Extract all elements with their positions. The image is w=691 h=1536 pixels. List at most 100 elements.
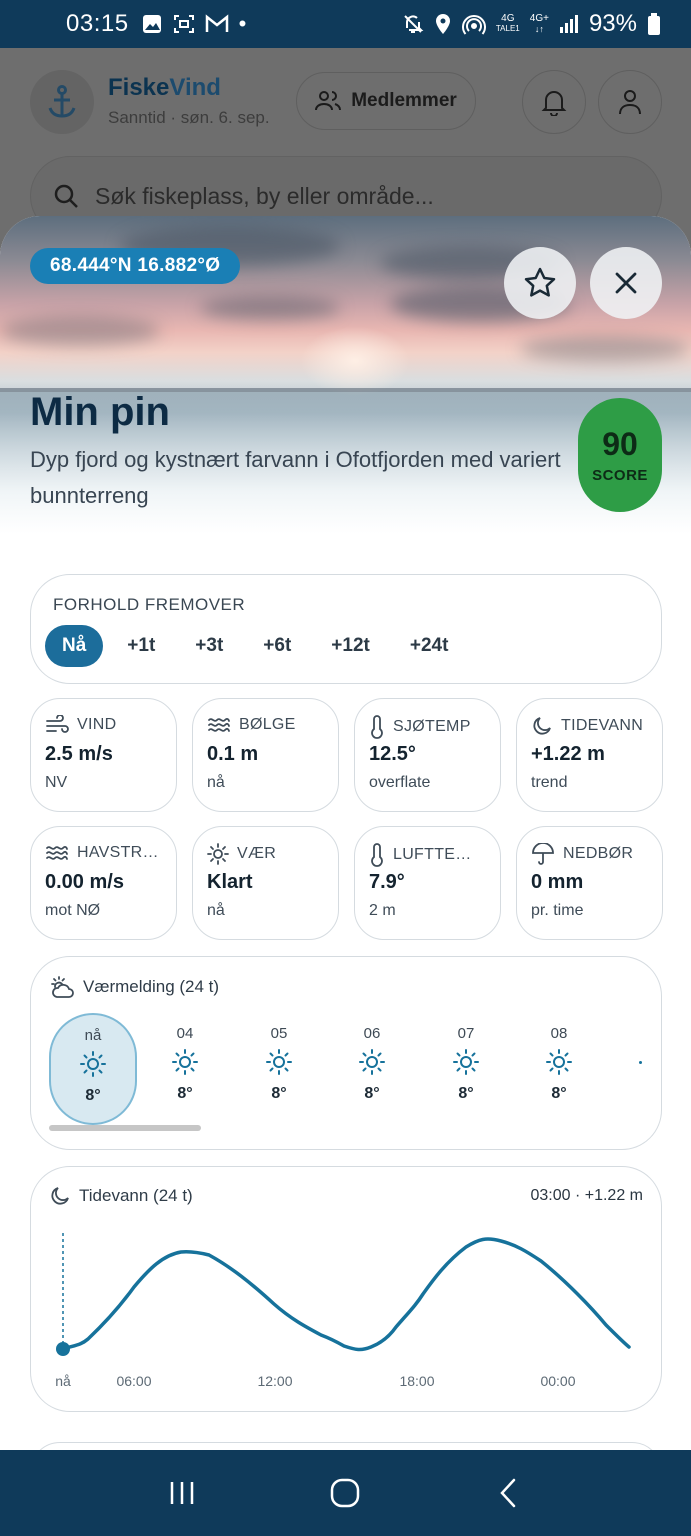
tide-curve [61,1237,631,1352]
close-icon [615,272,637,294]
metric-precipitation[interactable]: NEDBØR 0 mm pr. time [516,826,663,940]
back-icon[interactable] [494,1478,524,1508]
hero-image: 68.444°N 16.882°Ø Min pin Dyp fjord og k… [0,216,691,534]
sun-icon [80,1051,106,1077]
metric-sea-temp[interactable]: SJØTEMP 12.5° overflate [354,698,501,812]
x-label: 00:00 [540,1373,575,1389]
tab-plus-1h[interactable]: +1t [111,625,171,667]
profile-button[interactable] [598,70,662,134]
sun-icon [359,1049,385,1075]
forecast-title: Værmelding (24 t) [83,977,220,996]
thermometer-icon [371,715,383,739]
metric-value: Klart [207,871,253,893]
pin-title: Min pin [30,390,170,434]
forecast-hour[interactable]: 07 8° [422,1013,510,1125]
metric-sub: overflate [369,774,431,791]
conditions-card: FORHOLD FREMOVER Nå +1t +3t +6t +12t +24… [30,574,662,684]
status-time: 03:15 [66,10,129,37]
umbrella-icon [532,843,554,865]
forecast-hour[interactable]: 04 8° [141,1013,229,1125]
metric-value: +1.22 m [531,743,605,765]
sun-icon [546,1049,572,1075]
metric-value: 0 mm [531,871,584,893]
tab-plus-3h[interactable]: +3t [179,625,239,667]
location-icon [435,14,450,34]
bell-icon [541,91,567,116]
network-4g: 4G TALE1 [495,13,520,34]
system-nav-bar [0,1450,691,1536]
members-label: Medlemmer [351,90,457,111]
home-icon[interactable] [330,1478,360,1508]
sun-icon [266,1049,292,1075]
people-icon [315,91,342,111]
members-button[interactable]: Medlemmer [296,72,476,130]
x-label: 18:00 [399,1373,434,1389]
thermometer-icon [371,843,383,867]
notifications-button[interactable] [522,70,586,134]
metric-sub: pr. time [531,902,584,919]
overflow-dot [639,1061,642,1064]
search-placeholder: Søk fiskeplass, by eller område... [95,182,434,209]
tab-plus-6h[interactable]: +6t [247,625,307,667]
sun-icon [453,1049,479,1075]
metric-sub: mot NØ [45,902,101,919]
metric-air-temp[interactable]: LUFTTE… 7.9° 2 m [354,826,501,940]
metric-value: 12.5° [369,743,416,765]
tab-plus-12h[interactable]: +12t [315,625,386,667]
close-button[interactable] [590,247,662,319]
search-icon [54,184,78,208]
next-card-partial [30,1442,662,1450]
metric-current[interactable]: HAVSTR… 0.00 m/s mot NØ [30,826,177,940]
notification-icons: • [141,11,247,37]
recent-apps-icon[interactable] [167,1478,197,1508]
score-value: 90 [602,426,638,462]
screenshot-icon [173,15,194,33]
conditions-label: FORHOLD FREMOVER [53,595,246,614]
metric-value: 0.1 m [207,743,259,765]
metric-sub: 2 m [369,902,396,919]
anchor-icon [30,70,94,134]
forecast-hour[interactable]: 06 8° [328,1013,416,1125]
x-label: 12:00 [257,1373,292,1389]
mute-icon [404,15,424,33]
app-title: FiskeVind [108,74,221,101]
metric-wave[interactable]: BØLGE 0.1 m nå [192,698,339,812]
partly-cloudy-icon [51,976,74,998]
waves-icon [208,718,230,732]
metric-tide[interactable]: TIDEVANN +1.22 m trend [516,698,663,812]
metric-value: 0.00 m/s [45,871,124,893]
brand: FiskeVind Sanntid · søn. 6. sep. [108,74,270,128]
signal-icon [559,15,578,33]
favorite-button[interactable] [504,247,576,319]
metric-value: 2.5 m/s [45,743,113,765]
now-marker-dot [56,1342,70,1356]
score-badge: 90 SCORE [578,398,662,512]
moon-icon [533,717,551,735]
x-label: 06:00 [116,1373,151,1389]
metric-weather[interactable]: VÆR Klart nå [192,826,339,940]
star-icon [524,267,556,297]
coordinates-badge: 68.444°N 16.882°Ø [30,248,241,284]
status-bar: 03:15 • 4G TALE1 4G+ ↓↑ 93% [0,0,691,48]
forecast-scrollbar[interactable] [49,1125,201,1131]
tab-plus-24h[interactable]: +24t [394,625,465,667]
app-subtitle: Sanntid · søn. 6. sep. [108,108,270,127]
user-icon [619,90,641,115]
tab-now[interactable]: Nå [45,625,104,667]
pin-description: Dyp fjord og kystnært farvann i Ofotfjor… [30,447,561,508]
gallery-icon [142,15,161,33]
gmail-icon [205,14,228,32]
tide-chart[interactable]: nå 06:00 12:00 18:00 00:00 [31,1167,663,1413]
metric-wind[interactable]: VIND 2.5 m/s NV [30,698,177,812]
x-label: nå [55,1373,71,1389]
network-4gplus: 4G+ ↓↑ [529,13,549,35]
forecast-hour[interactable]: 08 8° [515,1013,603,1125]
more-dot-icon: • [238,11,247,36]
battery-percent: 93% [588,10,637,37]
pin-detail-sheet: 68.444°N 16.882°Ø Min pin Dyp fjord og k… [0,216,691,1450]
score-label: SCORE [592,467,648,484]
metric-value: 7.9° [369,871,405,893]
sun-icon [172,1049,198,1075]
forecast-hour[interactable]: 05 8° [235,1013,323,1125]
forecast-hour[interactable]: nå 8° [49,1013,137,1125]
